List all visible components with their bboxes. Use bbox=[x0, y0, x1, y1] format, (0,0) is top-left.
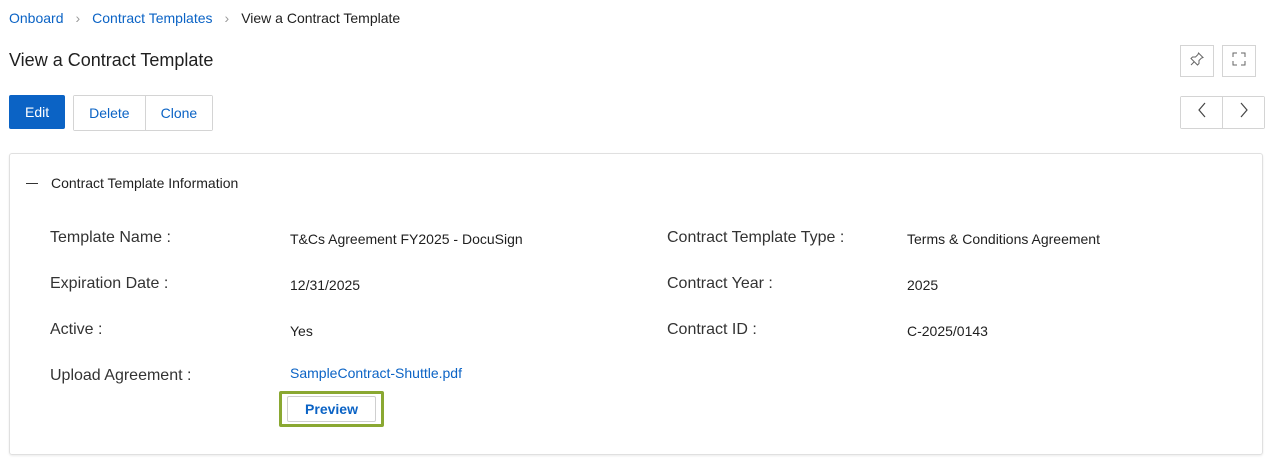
contract-year-value: 2025 bbox=[907, 277, 939, 293]
template-name-label: Template Name : bbox=[50, 229, 171, 246]
breadcrumb: Onboard › Contract Templates › View a Co… bbox=[9, 10, 400, 26]
contract-template-type-value: Terms & Conditions Agreement bbox=[907, 231, 1100, 247]
edit-button[interactable]: Edit bbox=[9, 95, 66, 129]
expiration-date-value: 12/31/2025 bbox=[290, 277, 361, 293]
contract-id-value: C-2025/0143 bbox=[907, 323, 988, 339]
action-toolbar: Edit Delete Clone bbox=[9, 95, 214, 131]
contract-template-type-label: Contract Template Type : bbox=[667, 229, 845, 246]
chevron-left-icon bbox=[1196, 102, 1208, 123]
collapse-icon bbox=[26, 182, 38, 184]
breadcrumb-separator: › bbox=[75, 10, 81, 26]
contract-template-info-panel: Contract Template Information Template N… bbox=[9, 153, 1263, 455]
breadcrumb-separator: › bbox=[224, 10, 230, 26]
breadcrumb-current: View a Contract Template bbox=[241, 10, 401, 26]
agreement-file-link[interactable]: SampleContract-Shuttle.pdf bbox=[290, 365, 462, 381]
chevron-right-icon bbox=[1238, 102, 1250, 123]
pin-icon bbox=[1189, 51, 1205, 72]
previous-record-button[interactable] bbox=[1181, 97, 1222, 128]
template-name-value: T&Cs Agreement FY2025 - DocuSign bbox=[290, 231, 523, 247]
secondary-actions: Delete Clone bbox=[73, 95, 214, 131]
breadcrumb-link-onboard[interactable]: Onboard bbox=[9, 10, 63, 26]
preview-button[interactable]: Preview bbox=[287, 396, 376, 422]
next-record-button[interactable] bbox=[1222, 97, 1264, 128]
delete-button[interactable]: Delete bbox=[74, 96, 145, 130]
page-title: View a Contract Template bbox=[9, 50, 214, 70]
fullscreen-button[interactable] bbox=[1222, 45, 1256, 77]
contract-year-label: Contract Year : bbox=[667, 275, 773, 292]
pin-button[interactable] bbox=[1180, 45, 1214, 77]
preview-highlight: Preview bbox=[279, 391, 384, 427]
expiration-date-label: Expiration Date : bbox=[50, 275, 169, 292]
active-label: Active : bbox=[50, 321, 103, 338]
fullscreen-icon bbox=[1231, 51, 1247, 72]
clone-button[interactable]: Clone bbox=[144, 96, 213, 130]
breadcrumb-link-contract-templates[interactable]: Contract Templates bbox=[92, 10, 212, 26]
upload-agreement-label: Upload Agreement : bbox=[50, 367, 192, 384]
record-navigation bbox=[1180, 96, 1265, 129]
contract-id-label: Contract ID : bbox=[667, 321, 757, 338]
active-value: Yes bbox=[290, 323, 313, 339]
panel-title: Contract Template Information bbox=[51, 175, 239, 191]
panel-header[interactable]: Contract Template Information bbox=[26, 175, 238, 191]
